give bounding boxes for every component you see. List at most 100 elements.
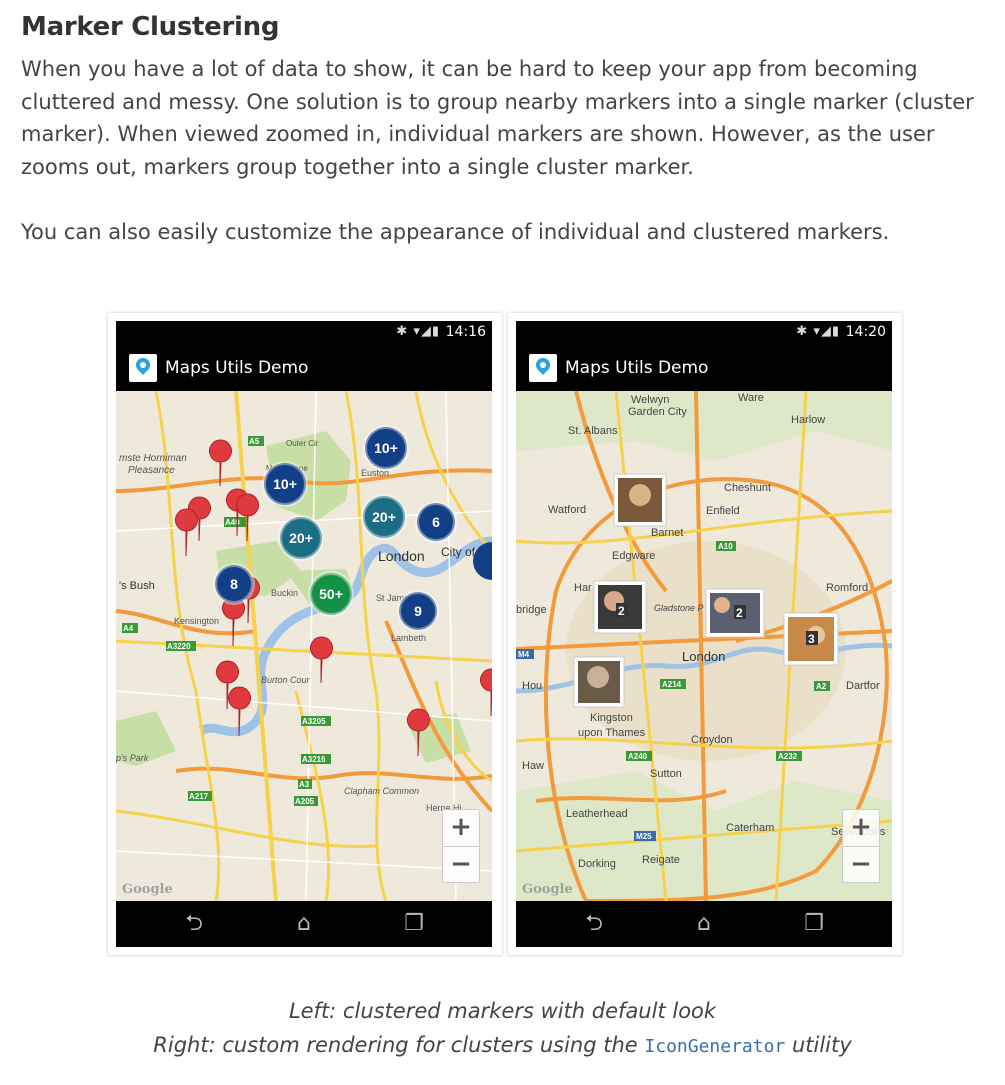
- road-label: A10: [718, 542, 733, 551]
- app-title: Maps Utils Demo: [565, 358, 709, 378]
- road-label: A5: [249, 437, 260, 446]
- right-screenshot-frame: ✱ ▾◢▮ 14:20 Maps Utils Demo Welwyn Garde…: [508, 313, 902, 955]
- map-label: Dartfor: [846, 680, 880, 692]
- map-label: Hou: [522, 680, 542, 692]
- cluster-label: 8: [230, 576, 238, 592]
- signal-icons: ✱ ▾◢▮: [796, 324, 840, 339]
- map-label: Edgware: [612, 550, 655, 562]
- cluster-label: 50+: [319, 586, 343, 602]
- caption-prefix: Right: custom rendering for clusters usi…: [153, 1033, 638, 1057]
- map-label: London: [682, 649, 725, 664]
- road-label: A3: [299, 780, 310, 789]
- map-label: Buckin: [271, 588, 298, 598]
- map-label: Pleasance: [128, 465, 175, 476]
- map-label: Croydon: [691, 734, 733, 746]
- cluster-label: 6: [432, 514, 440, 530]
- map-label: Clapham Common: [344, 786, 419, 796]
- google-logo: Google: [522, 882, 573, 897]
- map-label: Watford: [548, 504, 586, 516]
- map-label: Romford: [826, 582, 868, 594]
- map-label: Cheshunt: [724, 482, 771, 494]
- map-label: Burton Cour: [261, 675, 311, 685]
- zoom-out-button[interactable]: −: [443, 847, 479, 883]
- map-label: Kensington: [174, 616, 219, 626]
- cluster-label: 20+: [372, 509, 396, 525]
- road-label: M4: [518, 650, 530, 659]
- cluster-label: 10+: [273, 476, 297, 492]
- cluster-label: 20+: [289, 530, 313, 546]
- road-label: A217: [189, 792, 209, 801]
- map-label: London: [378, 548, 425, 564]
- customize-paragraph: You can also easily customize the appear…: [21, 220, 890, 244]
- map-label: Sutton: [650, 768, 682, 780]
- map-label: Barnet: [651, 527, 683, 539]
- home-icon[interactable]: ⌂: [284, 911, 324, 937]
- cluster-label: 9: [414, 603, 422, 619]
- zoom-controls: + −: [442, 809, 480, 883]
- signal-icons: ✱ ▾◢▮: [396, 324, 440, 339]
- status-time: 14:20: [845, 324, 886, 340]
- zoom-in-button[interactable]: +: [843, 810, 879, 847]
- nav-bar: ⮌ ⌂ ❐: [516, 901, 892, 947]
- photo-count: 2: [736, 606, 743, 620]
- road-label: A3216: [302, 755, 326, 764]
- app-icon: [529, 354, 557, 382]
- left-screenshot-frame: ✱ ▾◢▮ 14:16 Maps Utils Demo mste Hornima…: [108, 313, 502, 955]
- caption-line-1: Left: clustered markers with default loo…: [288, 999, 717, 1023]
- nav-bar: ⮌ ⌂ ❐: [116, 901, 492, 947]
- road-label: A4: [123, 624, 134, 633]
- app-icon: [129, 354, 157, 382]
- app-title: Maps Utils Demo: [165, 358, 309, 378]
- road-label: A2: [816, 682, 827, 691]
- recents-icon[interactable]: ❐: [394, 911, 434, 937]
- cluster-label: 10+: [374, 440, 398, 456]
- status-bar: ✱ ▾◢▮ 14:16: [116, 321, 492, 345]
- map-label: p's Park: [116, 753, 149, 763]
- google-logo: Google: [122, 882, 173, 897]
- map-label: Outer Cir: [286, 439, 319, 448]
- recents-icon[interactable]: ❐: [794, 911, 834, 937]
- caption-line-2: Right: custom rendering for clusters usi…: [0, 1033, 1005, 1057]
- zoom-in-button[interactable]: +: [443, 810, 479, 847]
- road-label: A232: [778, 752, 798, 761]
- caption-suffix: utility: [791, 1033, 852, 1057]
- photo-count: 2: [618, 604, 625, 618]
- right-phone-screen: ✱ ▾◢▮ 14:20 Maps Utils Demo Welwyn Garde…: [516, 321, 892, 947]
- map-label: Harlow: [791, 414, 825, 426]
- map-label: Ware: [738, 392, 764, 404]
- map-label: bridge: [516, 604, 547, 616]
- map-label: Leatherhead: [566, 808, 628, 820]
- map-label: Welwyn: [631, 394, 669, 406]
- map-label: upon Thames: [578, 727, 646, 739]
- map-label: Caterham: [726, 822, 774, 834]
- photo-count: 3: [808, 632, 815, 646]
- road-label: A3205: [302, 717, 326, 726]
- map-view[interactable]: Welwyn Garden City Ware St. Albans Harlo…: [516, 391, 892, 901]
- map-label: Gladstone P: [654, 603, 704, 613]
- left-phone-screen: ✱ ▾◢▮ 14:16 Maps Utils Demo mste Hornima…: [116, 321, 492, 947]
- status-bar: ✱ ▾◢▮ 14:20: [516, 321, 892, 345]
- section-heading: Marker Clustering: [21, 12, 280, 42]
- map-label: mste Horniman: [119, 453, 187, 464]
- icon-generator-code: IconGenerator: [644, 1036, 786, 1057]
- map-label: Reigate: [642, 854, 680, 866]
- map-label: City of: [441, 545, 476, 559]
- road-label: A240: [628, 752, 648, 761]
- map-label: St. Albans: [568, 425, 618, 437]
- road-label: A214: [662, 680, 682, 689]
- map-canvas: Welwyn Garden City Ware St. Albans Harlo…: [516, 391, 892, 901]
- road-label: A3220: [167, 642, 191, 651]
- map-label: Haw: [522, 760, 544, 772]
- back-icon[interactable]: ⮌: [174, 911, 214, 937]
- zoom-out-button[interactable]: −: [843, 847, 879, 883]
- home-icon[interactable]: ⌂: [684, 911, 724, 937]
- map-label: 's Bush: [119, 580, 155, 592]
- intro-paragraph: When you have a lot of data to show, it …: [21, 57, 974, 179]
- status-time: 14:16: [445, 324, 486, 340]
- action-bar: Maps Utils Demo: [516, 345, 892, 391]
- back-icon[interactable]: ⮌: [574, 911, 614, 937]
- map-canvas: mste Horniman Pleasance Outer Cir Maryle…: [116, 391, 492, 901]
- road-label: A205: [295, 797, 315, 806]
- map-view[interactable]: mste Horniman Pleasance Outer Cir Maryle…: [116, 391, 492, 901]
- map-label: Garden City: [628, 406, 687, 418]
